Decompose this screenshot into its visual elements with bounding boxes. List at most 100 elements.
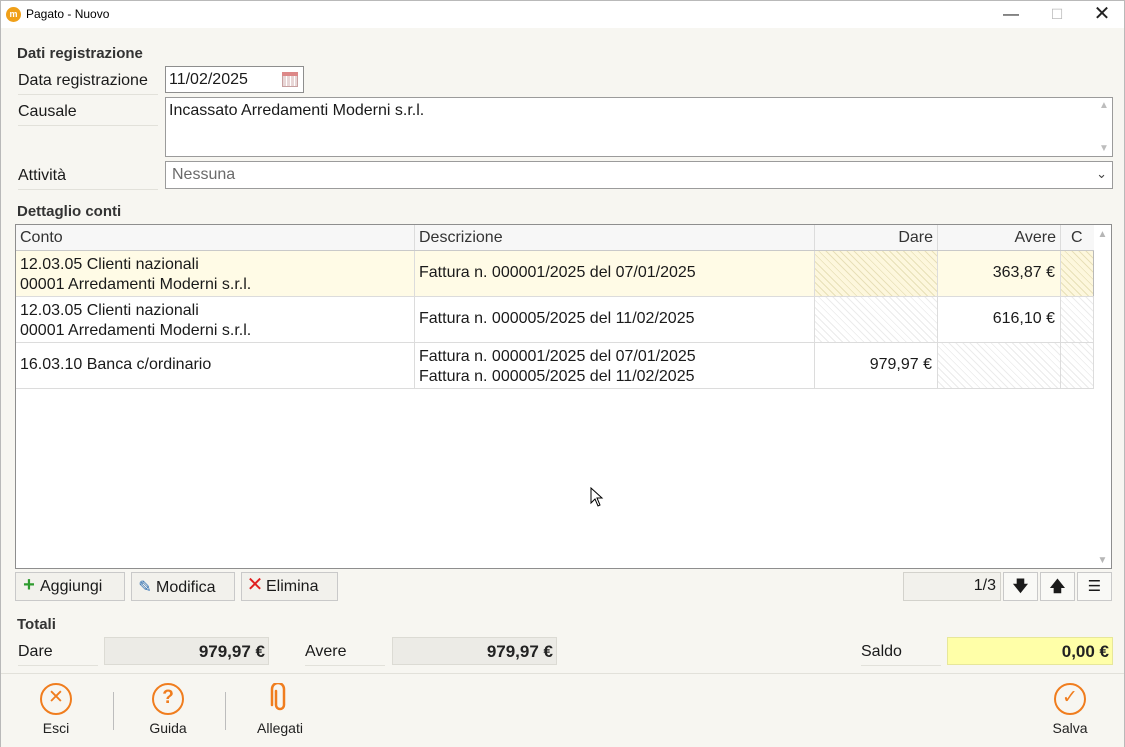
conto-line-2: 00001 Arredamenti Moderni s.r.l. xyxy=(20,322,252,339)
attivita-label: Attività xyxy=(18,167,158,190)
attivita-value: Nessuna xyxy=(172,166,236,183)
column-header-dare[interactable]: Dare xyxy=(815,225,938,250)
cell-dare xyxy=(815,251,938,296)
causale-value: Incassato Arredamenti Moderni s.r.l. xyxy=(169,102,425,119)
table-row[interactable]: 16.03.10 Banca c/ordinario Fattura n. 00… xyxy=(16,343,1094,389)
column-header-avere[interactable]: Avere xyxy=(938,225,1061,250)
scroll-down-icon[interactable]: ▼ xyxy=(1094,555,1111,566)
causale-label: Causale xyxy=(18,103,158,126)
table-row[interactable]: 12.03.05 Clienti nazionali 00001 Arredam… xyxy=(16,297,1094,343)
menu-button[interactable]: ☰ xyxy=(1077,572,1112,601)
calendar-icon[interactable] xyxy=(282,72,298,87)
cell-avere xyxy=(938,343,1061,388)
title-bar: m Pagato - Nuovo — ☐ ✕ xyxy=(1,1,1124,28)
cell-c xyxy=(1061,343,1094,388)
esci-button[interactable]: ✕ Esci xyxy=(28,683,84,736)
delete-x-icon: ✕ xyxy=(246,574,264,596)
salva-button[interactable]: ✓ Salva xyxy=(1042,683,1098,736)
move-up-button[interactable]: 🡅 xyxy=(1040,572,1075,601)
allegati-label: Allegati xyxy=(257,720,303,736)
allegati-button[interactable]: Allegati xyxy=(250,681,310,736)
edit-icon: ✎ xyxy=(138,579,152,596)
cell-dare: 979,97 € xyxy=(815,343,938,388)
conto-line-1: 12.03.05 Clienti nazionali xyxy=(20,302,199,319)
conto-line-2: 00001 Arredamenti Moderni s.r.l. xyxy=(20,276,252,293)
cell-conto: 12.03.05 Clienti nazionali 00001 Arredam… xyxy=(16,251,415,296)
causale-textarea[interactable]: Incassato Arredamenti Moderni s.r.l. ▲ ▼ xyxy=(165,97,1113,157)
scroll-up-icon[interactable]: ▲ xyxy=(1094,229,1111,240)
arrow-up-icon: 🡅 xyxy=(1049,578,1066,595)
modifica-button[interactable]: ✎ Modifica xyxy=(131,572,235,601)
salva-label: Salva xyxy=(1052,720,1088,736)
plus-icon: + xyxy=(23,574,35,596)
descrizione-line-2: Fattura n. 000005/2025 del 11/02/2025 xyxy=(419,368,695,385)
data-registrazione-label: Data registrazione xyxy=(18,72,158,95)
scroll-down-icon[interactable]: ▼ xyxy=(1096,143,1112,154)
conto-line-1: 16.03.10 Banca c/ordinario xyxy=(20,356,212,373)
cell-avere: 363,87 € xyxy=(938,251,1061,296)
cell-descrizione: Fattura n. 000001/2025 del 07/01/2025 Fa… xyxy=(415,343,815,388)
column-header-conto[interactable]: Conto xyxy=(16,225,415,250)
scroll-up-icon[interactable]: ▲ xyxy=(1096,100,1112,111)
hamburger-menu-icon: ☰ xyxy=(1087,578,1102,595)
cell-avere: 616,10 € xyxy=(938,297,1061,342)
close-circle-icon: ✕ xyxy=(40,683,72,715)
grid-scrollbar[interactable]: ▲ ▼ xyxy=(1094,225,1111,568)
data-registrazione-input[interactable]: 11/02/2025 xyxy=(165,66,304,93)
mouse-pointer-icon xyxy=(590,487,604,507)
app-logo-icon: m xyxy=(6,7,21,22)
totale-avere-label: Avere xyxy=(305,643,385,666)
causale-scrollbar[interactable]: ▲ ▼ xyxy=(1096,98,1112,156)
totale-dare-label: Dare xyxy=(18,643,98,666)
saldo-value: 0,00 € xyxy=(947,637,1113,665)
pager-indicator: 1/3 xyxy=(903,572,1001,601)
maximize-button[interactable]: ☐ xyxy=(1034,1,1080,28)
totale-avere-value: 979,97 € xyxy=(392,637,557,665)
section-title-registrazione: Dati registrazione xyxy=(17,45,143,62)
paperclip-icon xyxy=(264,681,296,719)
conti-grid: Conto Descrizione Dare Avere C 12.03.05 … xyxy=(15,224,1112,569)
totale-dare-value: 979,97 € xyxy=(104,637,269,665)
dialog-window: m Pagato - Nuovo — ☐ ✕ Dati registrazion… xyxy=(0,0,1125,747)
elimina-button[interactable]: ✕ Elimina xyxy=(241,572,338,601)
cell-conto: 16.03.10 Banca c/ordinario xyxy=(16,343,415,388)
column-header-descrizione[interactable]: Descrizione xyxy=(415,225,815,250)
cell-dare xyxy=(815,297,938,342)
modifica-label: Modifica xyxy=(156,579,216,596)
close-window-button[interactable]: ✕ xyxy=(1079,1,1125,28)
footer-separator xyxy=(225,692,226,730)
aggiungi-button[interactable]: + Aggiungi xyxy=(15,572,125,601)
descrizione-line-1: Fattura n. 000001/2025 del 07/01/2025 xyxy=(419,348,696,365)
footer-separator xyxy=(113,692,114,730)
grid-body: 12.03.05 Clienti nazionali 00001 Arredam… xyxy=(16,251,1094,389)
grid-header: Conto Descrizione Dare Avere C xyxy=(16,225,1094,251)
column-header-c[interactable]: C xyxy=(1061,225,1094,250)
help-question-icon: ? xyxy=(152,683,184,715)
data-registrazione-value: 11/02/2025 xyxy=(169,71,248,88)
cell-conto: 12.03.05 Clienti nazionali 00001 Arredam… xyxy=(16,297,415,342)
arrow-down-icon: 🡇 xyxy=(1012,578,1029,595)
section-title-dettaglio: Dettaglio conti xyxy=(17,203,122,220)
table-row[interactable]: 12.03.05 Clienti nazionali 00001 Arredam… xyxy=(16,251,1094,297)
checkmark-circle-icon: ✓ xyxy=(1054,683,1086,715)
cell-c xyxy=(1061,251,1094,296)
move-down-button[interactable]: 🡇 xyxy=(1003,572,1038,601)
minimize-button[interactable]: — xyxy=(988,1,1034,28)
esci-label: Esci xyxy=(42,720,70,736)
aggiungi-label: Aggiungi xyxy=(40,578,103,595)
section-title-totali: Totali xyxy=(17,616,56,633)
descrizione-line-1: Fattura n. 000001/2025 del 07/01/2025 xyxy=(419,264,696,281)
elimina-label: Elimina xyxy=(266,578,319,595)
chevron-down-icon: ⌄ xyxy=(1096,166,1107,181)
attivita-select[interactable]: Nessuna ⌄ xyxy=(165,161,1113,189)
window-title: Pagato - Nuovo xyxy=(26,7,110,21)
conto-line-1: 12.03.05 Clienti nazionali xyxy=(20,256,199,273)
guida-button[interactable]: ? Guida xyxy=(140,683,196,736)
descrizione-line-1: Fattura n. 000005/2025 del 11/02/2025 xyxy=(419,310,695,327)
footer-toolbar: ✕ Esci ? Guida Allegati ✓ Salva xyxy=(1,673,1124,747)
cell-descrizione: Fattura n. 000005/2025 del 11/02/2025 xyxy=(415,297,815,342)
guida-label: Guida xyxy=(149,720,187,736)
cell-c xyxy=(1061,297,1094,342)
saldo-label: Saldo xyxy=(861,643,941,666)
cell-descrizione: Fattura n. 000001/2025 del 07/01/2025 xyxy=(415,251,815,296)
